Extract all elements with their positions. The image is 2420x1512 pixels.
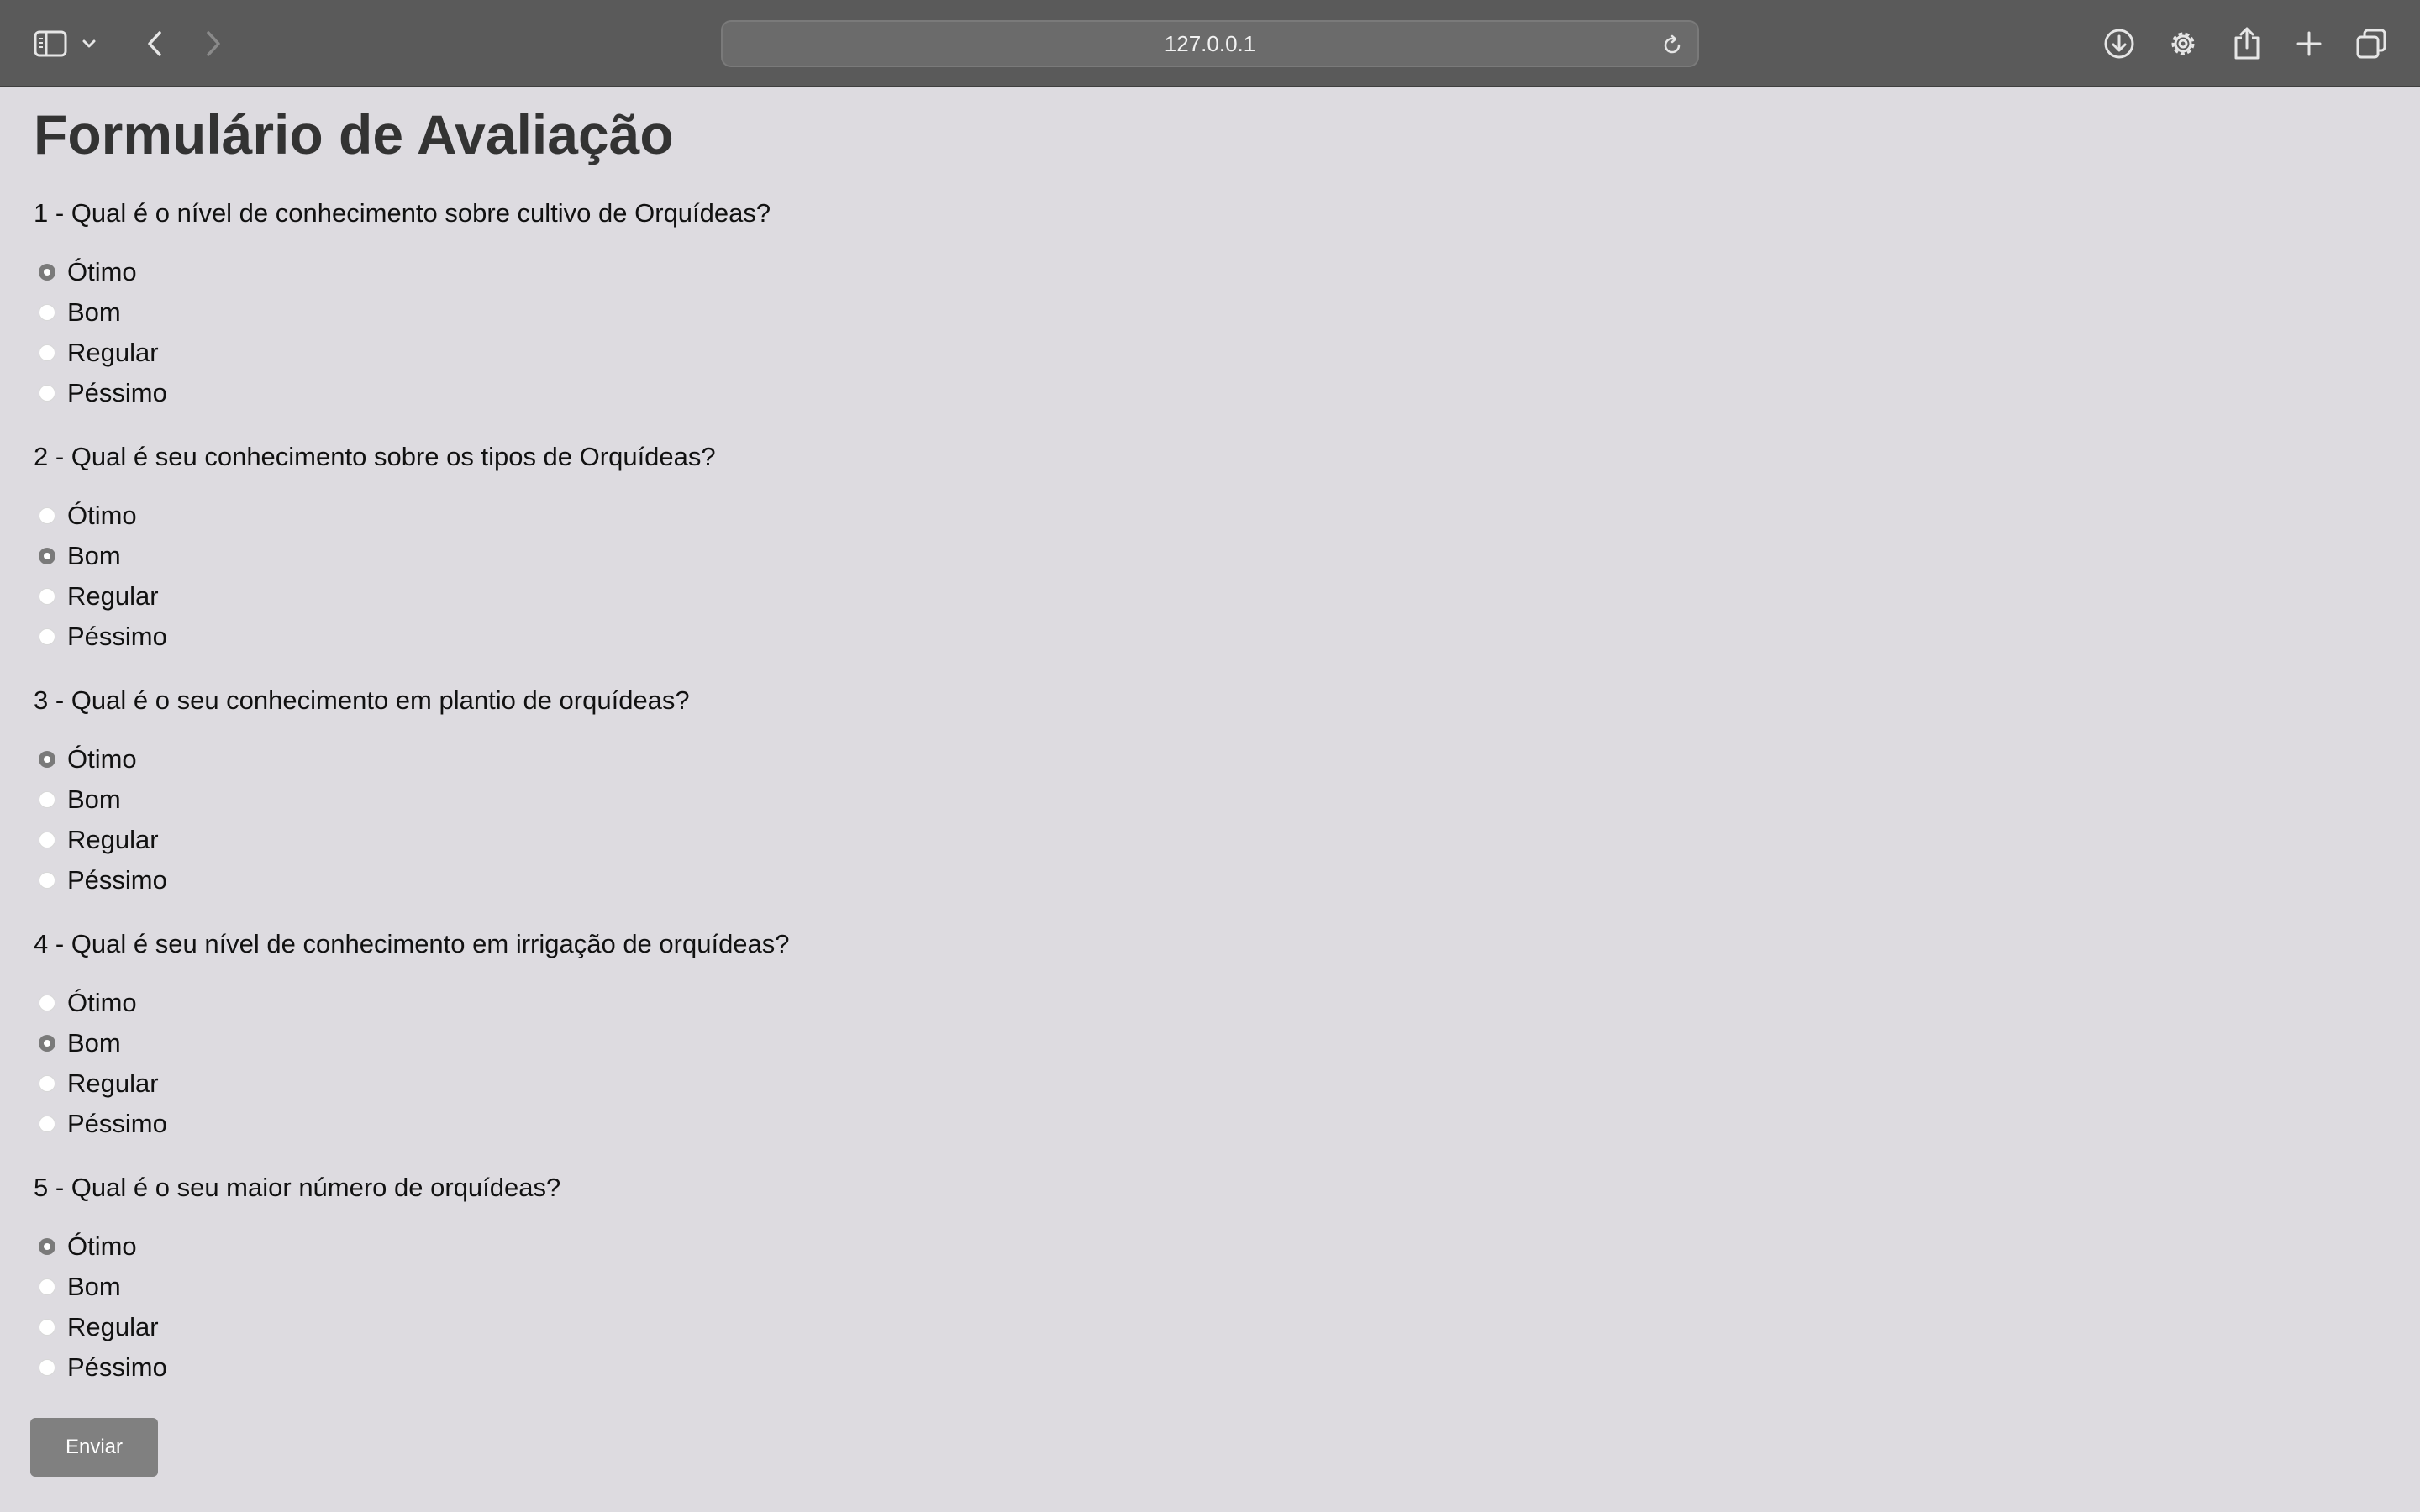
question-label: 1 - Qual é o nível de conhecimento sobre… [34, 198, 771, 228]
option-label: Ótimo [67, 1231, 137, 1261]
tabs-icon[interactable] [2346, 18, 2396, 69]
download-icon[interactable] [2094, 18, 2144, 69]
browser-toolbar: 127.0.0.1 [0, 0, 2420, 87]
radio-button[interactable] [39, 1075, 55, 1092]
radio-button[interactable] [39, 791, 55, 808]
radio-button[interactable] [39, 1319, 55, 1336]
option-label: Ótimo [67, 501, 137, 530]
radio-button[interactable] [39, 1359, 55, 1376]
radio-button[interactable] [39, 1238, 55, 1255]
option-label: Bom [67, 297, 121, 327]
radio-button[interactable] [39, 264, 55, 281]
radio-button[interactable] [39, 507, 55, 524]
option-regular[interactable]: Regular [34, 822, 370, 858]
submit-button[interactable]: Enviar [30, 1418, 158, 1477]
radio-button[interactable] [39, 304, 55, 321]
option-pessimo[interactable]: Péssimo [34, 375, 370, 412]
option-regular[interactable]: Regular [34, 578, 370, 615]
radio-button[interactable] [39, 832, 55, 848]
radio-button[interactable] [39, 872, 55, 889]
option-pessimo[interactable]: Péssimo [34, 862, 370, 899]
option-label: Regular [67, 338, 159, 367]
option-label: Regular [67, 1312, 159, 1341]
option-label: Ótimo [67, 744, 137, 774]
share-icon[interactable] [2222, 18, 2272, 69]
option-label: Ótimo [67, 257, 137, 286]
option-regular[interactable]: Regular [34, 1065, 370, 1102]
option-regular[interactable]: Regular [34, 334, 370, 371]
option-bom[interactable]: Bom [34, 781, 370, 818]
radio-button[interactable] [39, 385, 55, 402]
option-label: Bom [67, 1272, 121, 1301]
radio-button[interactable] [39, 995, 55, 1011]
address-bar[interactable]: 127.0.0.1 [721, 20, 1699, 67]
option-bom[interactable]: Bom [34, 1268, 370, 1305]
radio-button[interactable] [39, 344, 55, 361]
option-regular[interactable]: Regular [34, 1309, 370, 1346]
back-icon[interactable] [129, 18, 180, 69]
radio-button[interactable] [39, 1035, 55, 1052]
radio-button[interactable] [39, 628, 55, 645]
option-pessimo[interactable]: Péssimo [34, 618, 370, 655]
reload-icon[interactable] [1655, 29, 1689, 62]
question-label: 5 - Qual é o seu maior número de orquíde… [34, 1173, 561, 1202]
option-label: Ótimo [67, 988, 137, 1017]
option-label: Regular [67, 581, 159, 611]
radio-button[interactable] [39, 1278, 55, 1295]
url-text: 127.0.0.1 [1164, 30, 1256, 56]
question-label: 4 - Qual é seu nível de conhecimento em … [34, 929, 790, 958]
option-label: Regular [67, 825, 159, 854]
radio-button[interactable] [39, 1116, 55, 1132]
gear-icon[interactable] [2158, 18, 2208, 69]
option-label: Bom [67, 785, 121, 814]
option-otimo[interactable]: Ótimo [34, 984, 370, 1021]
option-label: Bom [67, 1028, 121, 1058]
option-pessimo[interactable]: Péssimo [34, 1349, 370, 1386]
option-otimo[interactable]: Ótimo [34, 1228, 370, 1265]
radio-button[interactable] [39, 548, 55, 564]
question-label: 2 - Qual é seu conhecimento sobre os tip… [34, 442, 716, 471]
radio-button[interactable] [39, 751, 55, 768]
option-label: Péssimo [67, 378, 167, 407]
plus-icon[interactable] [2284, 18, 2334, 69]
option-label: Péssimo [67, 622, 167, 651]
option-otimo[interactable]: Ótimo [34, 254, 370, 291]
option-otimo[interactable]: Ótimo [34, 497, 370, 534]
option-bom[interactable]: Bom [34, 538, 370, 575]
option-label: Regular [67, 1068, 159, 1098]
option-label: Péssimo [67, 1352, 167, 1382]
option-label: Péssimo [67, 1109, 167, 1138]
option-label: Péssimo [67, 865, 167, 895]
option-bom[interactable]: Bom [34, 1025, 370, 1062]
option-bom[interactable]: Bom [34, 294, 370, 331]
option-pessimo[interactable]: Péssimo [34, 1105, 370, 1142]
page-title: Formulário de Avaliação [34, 103, 674, 165]
chevron-down-icon[interactable] [72, 18, 106, 69]
forward-icon[interactable] [188, 18, 239, 69]
option-label: Bom [67, 541, 121, 570]
sidebar-icon[interactable] [25, 18, 76, 69]
option-otimo[interactable]: Ótimo [34, 741, 370, 778]
question-label: 3 - Qual é o seu conhecimento em plantio… [34, 685, 690, 715]
radio-button[interactable] [39, 588, 55, 605]
